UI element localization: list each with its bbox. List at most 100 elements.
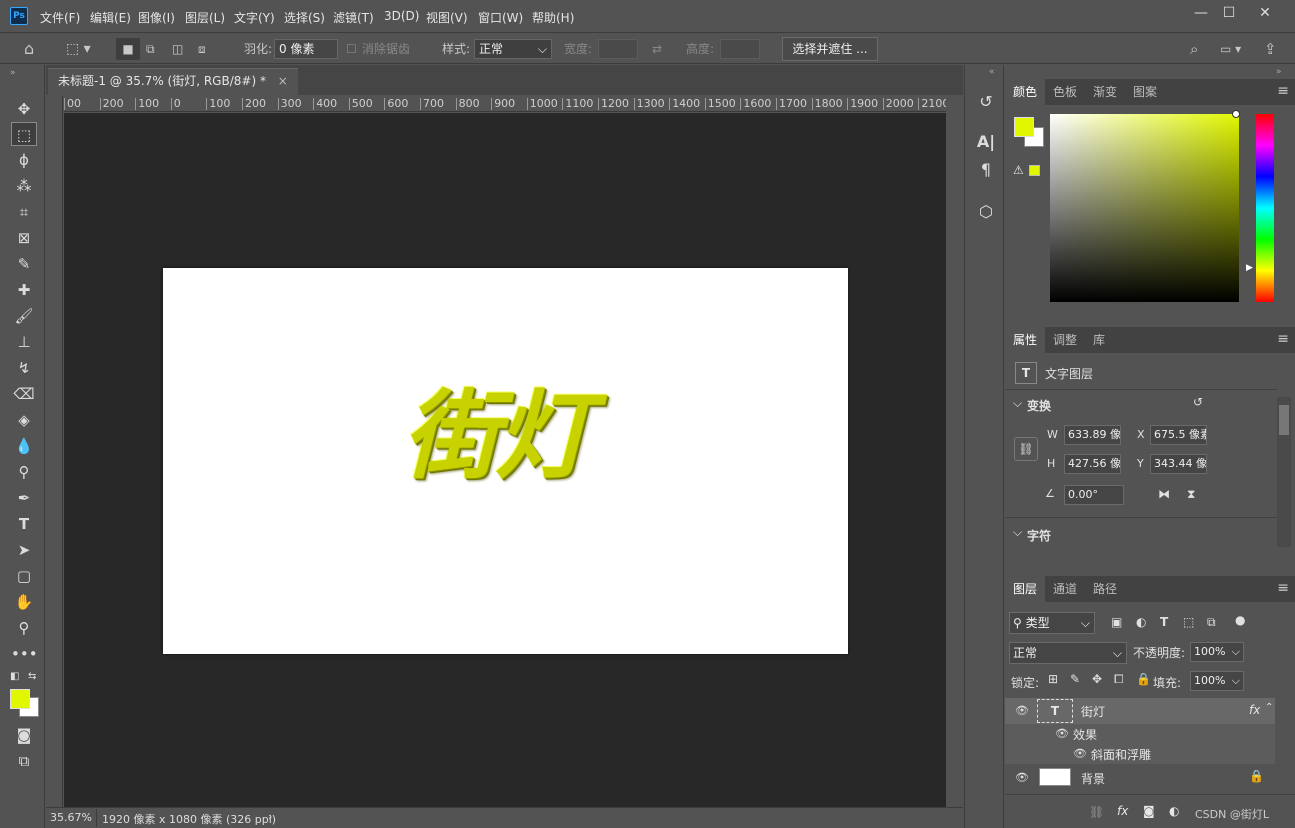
default-colors-icon[interactable]: ◧: [10, 671, 19, 682]
eye-icon[interactable]: 👁: [1073, 747, 1087, 760]
chevron-up-icon[interactable]: ⌃: [1265, 702, 1273, 713]
collapse-right-icon[interactable]: »: [1276, 67, 1282, 77]
status-arrow-icon[interactable]: ›: [268, 810, 272, 823]
layer-row-text[interactable]: 👁 T 街灯 fx ⌃: [1005, 698, 1275, 724]
blur-tool-icon[interactable]: 💧: [11, 434, 37, 458]
zoom-tool-icon[interactable]: ⚲: [11, 616, 37, 640]
tab-properties[interactable]: 属性: [1005, 327, 1046, 353]
document-canvas[interactable]: 街灯: [163, 268, 848, 654]
lasso-tool-icon[interactable]: ϕ: [11, 148, 37, 172]
warning-icon[interactable]: ⚠: [1013, 163, 1024, 177]
layer-filter-select[interactable]: ⚲ 类型 ⌵: [1009, 612, 1095, 634]
menu-select[interactable]: 选择(S): [284, 9, 325, 26]
tab-layers[interactable]: 图层: [1005, 576, 1046, 602]
marquee-tool-icon[interactable]: ⬚: [11, 122, 37, 146]
angle-input[interactable]: 0.00°: [1064, 485, 1124, 505]
properties-scrollbar[interactable]: [1277, 397, 1291, 547]
clone-stamp-icon[interactable]: ⊥: [11, 330, 37, 354]
swap-icon[interactable]: ⇄: [652, 38, 662, 60]
tab-adjustments[interactable]: 调整: [1045, 327, 1085, 353]
height-input[interactable]: [720, 39, 760, 59]
shape-tool-icon[interactable]: ▢: [11, 564, 37, 588]
zoom-level[interactable]: 35.67%: [50, 811, 92, 824]
brush-tool-icon[interactable]: 🖌: [11, 304, 37, 328]
tab-libraries[interactable]: 库: [1085, 327, 1113, 353]
path-select-icon[interactable]: ➤: [11, 538, 37, 562]
menu-view[interactable]: 视图(V): [426, 9, 468, 26]
lock-position-icon[interactable]: ✥: [1092, 672, 1102, 686]
quick-mask-icon[interactable]: ◙: [11, 723, 37, 747]
chevron-down-icon[interactable]: ⌵: [1013, 525, 1022, 540]
menu-filter[interactable]: 滤镜(T): [333, 9, 374, 26]
character-panel-icon[interactable]: A|: [975, 131, 997, 153]
menu-window[interactable]: 窗口(W): [478, 9, 523, 26]
add-selection-icon[interactable]: ⧉: [146, 38, 155, 60]
hue-slider-handle[interactable]: ▶: [1246, 263, 1253, 273]
swap-colors-icon[interactable]: ⇆: [28, 671, 36, 682]
height-input[interactable]: 427.56 像素: [1064, 454, 1121, 474]
panel-menu-icon[interactable]: ≡: [1277, 580, 1289, 596]
width-input[interactable]: 633.89 像素: [1064, 425, 1121, 445]
panel-menu-icon[interactable]: ≡: [1277, 83, 1289, 99]
tab-channels[interactable]: 通道: [1045, 576, 1085, 602]
home-icon[interactable]: ⌂: [24, 38, 34, 60]
layer-name[interactable]: 背景: [1081, 770, 1105, 787]
share-icon[interactable]: ⇪: [1264, 38, 1277, 60]
menu-type[interactable]: 文字(Y): [234, 9, 275, 26]
lock-artboard-icon[interactable]: ⧠: [1114, 672, 1124, 687]
layer-row-background[interactable]: 👁 背景 🔒: [1005, 764, 1275, 790]
3d-panel-icon[interactable]: ⬡: [975, 201, 997, 223]
add-style-icon[interactable]: fx: [1117, 804, 1128, 818]
filter-pixel-icon[interactable]: ▣: [1111, 615, 1122, 629]
menu-file[interactable]: 文件(F): [40, 9, 80, 26]
paragraph-panel-icon[interactable]: ¶: [975, 159, 997, 181]
paint-bucket-icon[interactable]: ◈: [11, 408, 37, 432]
opacity-input[interactable]: 100% ⌵: [1190, 642, 1244, 662]
flip-vertical-icon[interactable]: ⧗: [1187, 487, 1195, 502]
close-window-button[interactable]: ✕: [1250, 5, 1280, 23]
filter-shape-icon[interactable]: ⬚: [1183, 615, 1194, 629]
scroll-thumb[interactable]: [1279, 405, 1289, 435]
tab-paths[interactable]: 路径: [1085, 576, 1125, 602]
collapse-icon[interactable]: «: [989, 67, 995, 77]
fx-icon[interactable]: fx: [1249, 703, 1260, 717]
collapse-icon[interactable]: »: [10, 68, 16, 78]
character-section-title[interactable]: 字符: [1027, 527, 1051, 544]
history-brush-icon[interactable]: ↯: [11, 356, 37, 380]
eye-icon[interactable]: 👁: [1015, 771, 1029, 784]
fill-input[interactable]: 100% ⌵: [1190, 671, 1244, 691]
frame-tool-icon[interactable]: ⊠: [11, 226, 37, 250]
minimize-button[interactable]: —: [1186, 5, 1216, 23]
search-icon[interactable]: ⌕: [1190, 38, 1198, 60]
menu-help[interactable]: 帮助(H): [532, 9, 574, 26]
tab-swatches[interactable]: 色板: [1045, 79, 1085, 105]
document-tab[interactable]: 未标题-1 @ 35.7% (街灯, RGB/8#) * ×: [48, 68, 298, 95]
lock-all-icon[interactable]: 🔒: [1136, 672, 1151, 686]
lock-image-icon[interactable]: ✎: [1070, 672, 1080, 686]
gamut-swatch[interactable]: [1029, 165, 1040, 176]
subtract-selection-icon[interactable]: ◫: [172, 38, 183, 60]
artwork-text-layer[interactable]: 街灯: [403, 388, 591, 484]
history-panel-icon[interactable]: ↺: [975, 91, 997, 113]
menu-image[interactable]: 图像(I): [138, 9, 175, 26]
add-mask-icon[interactable]: ◙: [1143, 804, 1155, 818]
intersect-selection-icon[interactable]: ⧈: [198, 38, 206, 60]
workspace-icon[interactable]: ▭ ▾: [1220, 38, 1241, 60]
link-layers-icon[interactable]: ⛓: [1089, 805, 1104, 819]
transform-section-title[interactable]: 变换: [1027, 397, 1051, 414]
crop-tool-icon[interactable]: ⌗: [11, 200, 37, 224]
eye-icon[interactable]: 👁: [1015, 704, 1029, 717]
filter-adjustment-icon[interactable]: ◐: [1136, 615, 1146, 629]
maximize-button[interactable]: ☐: [1214, 5, 1244, 23]
more-tools-icon[interactable]: •••: [11, 642, 38, 666]
tab-color[interactable]: 颜色: [1005, 79, 1046, 105]
menu-edit[interactable]: 编辑(E): [90, 9, 131, 26]
layer-effect-bevel-row[interactable]: 👁 斜面和浮雕: [1005, 744, 1275, 764]
layer-effects-row[interactable]: 👁 效果: [1005, 724, 1275, 744]
close-tab-icon[interactable]: ×: [278, 74, 288, 88]
healing-brush-icon[interactable]: ✚: [11, 278, 37, 302]
filter-smart-icon[interactable]: ⧉: [1207, 615, 1216, 630]
color-field[interactable]: [1050, 114, 1239, 302]
blend-mode-select[interactable]: 正常 ⌵: [1009, 642, 1127, 664]
x-input[interactable]: 675.5 像素: [1150, 425, 1207, 445]
